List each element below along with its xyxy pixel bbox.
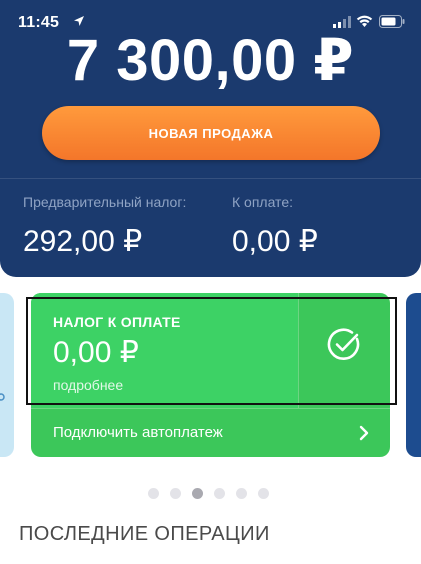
balance-header: 11:45 7 300,00 ₽ НОВАЯ ПРОДАЖА Предварит…	[0, 0, 421, 277]
carousel-page-indicator	[148, 488, 278, 500]
highlight-frame	[26, 297, 397, 405]
prepaid-tax-label: Предварительный налог:	[23, 194, 187, 210]
gear-icon	[0, 393, 5, 401]
carousel-dot[interactable]	[214, 488, 225, 499]
prepaid-tax-value: 292,00 ₽	[23, 225, 143, 258]
chevron-right-icon	[359, 425, 369, 441]
carousel-dot[interactable]	[170, 488, 181, 499]
carousel-dot[interactable]	[258, 488, 269, 499]
recent-operations-title: ПОСЛЕДНИЕ ОПЕРАЦИИ	[19, 523, 270, 545]
carousel-dot[interactable]	[236, 488, 247, 499]
previous-card-peek[interactable]	[0, 293, 14, 457]
carousel-dot-active[interactable]	[192, 488, 203, 499]
to-pay-value: 0,00 ₽	[232, 225, 318, 258]
next-card-peek[interactable]	[406, 293, 421, 457]
autopay-row[interactable]: Подключить автоплатеж	[31, 409, 390, 457]
autopay-label: Подключить автоплатеж	[53, 424, 223, 441]
balance-amount: 7 300,00 ₽	[66, 28, 355, 93]
main-screen: 11:45 7 300,00 ₽ НОВАЯ ПРОДАЖА Предварит…	[0, 0, 421, 564]
new-sale-button[interactable]: НОВАЯ ПРОДАЖА	[42, 106, 380, 160]
carousel-dot[interactable]	[148, 488, 159, 499]
header-divider	[0, 178, 421, 179]
to-pay-label: К оплате:	[232, 194, 293, 210]
